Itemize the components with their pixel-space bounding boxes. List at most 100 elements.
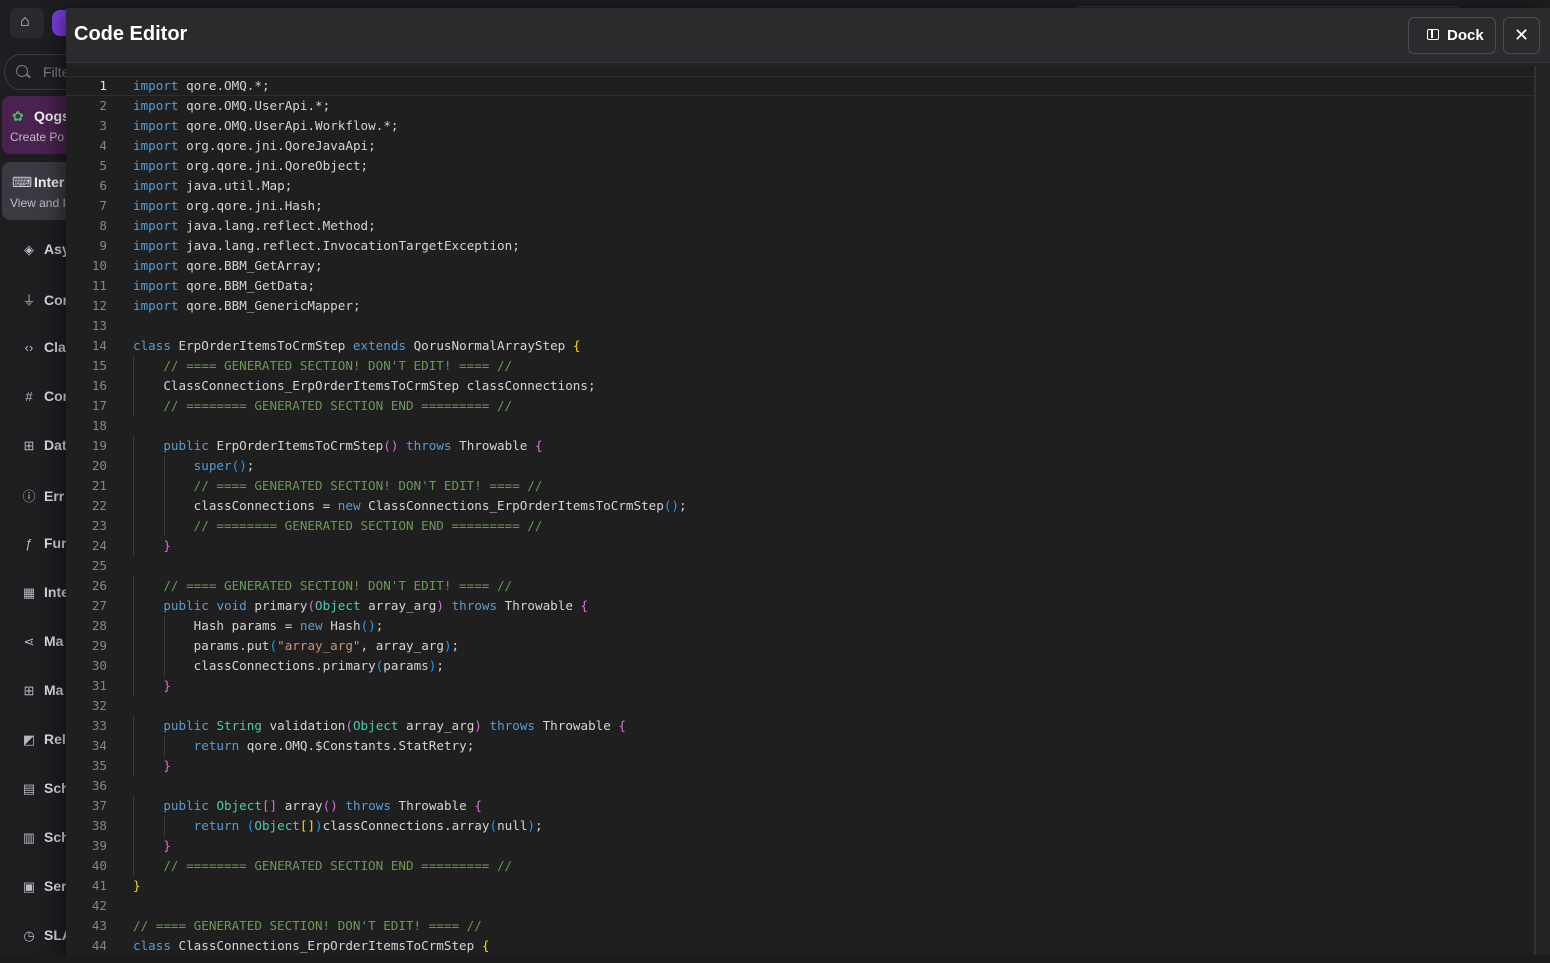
sidebar-item-label: Ma: [44, 682, 64, 698]
line-number: 44: [91, 938, 107, 953]
code-line[interactable]: 8 import java.lang.reflect.Method;: [66, 216, 1534, 236]
sidebar-item[interactable]: ⊞ Ma: [20, 682, 64, 702]
code-line[interactable]: 7 import org.qore.jni.Hash;: [66, 196, 1534, 216]
dock-label: Dock: [1447, 27, 1484, 44]
close-icon: ✕: [1513, 25, 1530, 45]
code-line[interactable]: 18: [66, 416, 1534, 436]
line-number: 31: [91, 678, 107, 693]
line-number: 25: [91, 558, 107, 573]
code-line[interactable]: 4 import org.qore.jni.QoreJavaApi;: [66, 136, 1534, 156]
line-number: 17: [91, 398, 107, 413]
sidebar-item-label: Cla: [44, 339, 66, 355]
function-icon: ƒ: [25, 536, 33, 551]
sidebar-item[interactable]: ▥ Sch: [20, 829, 70, 849]
code-line[interactable]: 3 import qore.OMQ.UserApi.Workflow.*;: [66, 116, 1534, 136]
code-line[interactable]: 40 // ======== GENERATED SECTION END ===…: [66, 856, 1534, 876]
code-lines: 1 import qore.OMQ.*; 2 import qore.OMQ.User…: [66, 76, 1534, 956]
code-line[interactable]: 16 ClassConnections_ErpOrderItemsToCrmSt…: [66, 376, 1534, 396]
line-number: 26: [91, 578, 107, 593]
code-line[interactable]: 36: [66, 776, 1534, 796]
share-icon: ⋖: [23, 634, 35, 649]
line-number: 36: [91, 778, 107, 793]
code-line[interactable]: 15 // ==== GENERATED SECTION! DON'T EDIT…: [66, 356, 1534, 376]
code-line[interactable]: 24 }: [66, 536, 1534, 556]
code-line[interactable]: 13: [66, 316, 1534, 336]
sidebar-item[interactable]: ⊞ Dat: [20, 437, 67, 457]
code-line[interactable]: 39 }: [66, 836, 1534, 856]
code-line[interactable]: 33 public String validation(Object array…: [66, 716, 1534, 736]
line-number: 6: [99, 178, 107, 193]
code-line[interactable]: 27 public void primary(Object array_arg)…: [66, 596, 1534, 616]
sidebar-item[interactable]: ▦ Inte: [20, 584, 69, 604]
line-number: 38: [91, 818, 107, 833]
line-number: 23: [91, 518, 107, 533]
code-line[interactable]: 2 import qore.OMQ.UserApi.*;: [66, 96, 1534, 116]
code-brackets-icon: ‹›: [24, 340, 34, 355]
code-line[interactable]: 20 super();: [66, 456, 1534, 476]
code-line[interactable]: 10 import qore.BBM_GetArray;: [66, 256, 1534, 276]
close-button[interactable]: ✕: [1503, 17, 1540, 54]
code-line[interactable]: 14 class ErpOrderItemsToCrmStep extends Q…: [66, 336, 1534, 356]
line-number: 42: [91, 898, 107, 913]
code-line[interactable]: 42: [66, 896, 1534, 916]
code-line[interactable]: 6 import java.util.Map;: [66, 176, 1534, 196]
card-title: Inter: [34, 174, 65, 190]
code-line[interactable]: 34 return qore.OMQ.$Constants.StatRetry;: [66, 736, 1534, 756]
line-number: 13: [91, 318, 107, 333]
error-icon: ⓘ: [22, 489, 36, 504]
code-line[interactable]: 22 classConnections = new ClassConnectio…: [66, 496, 1534, 516]
line-number: 16: [91, 378, 107, 393]
code-line[interactable]: 26 // ==== GENERATED SECTION! DON'T EDIT…: [66, 576, 1534, 596]
line-number: 18: [91, 418, 107, 433]
code-line[interactable]: 21 // ==== GENERATED SECTION! DON'T EDIT…: [66, 476, 1534, 496]
code-line[interactable]: 30 classConnections.primary(params);: [66, 656, 1534, 676]
code-line[interactable]: 31 }: [66, 676, 1534, 696]
home-button[interactable]: ⌂: [10, 8, 44, 38]
dock-button[interactable]: Dock: [1408, 17, 1496, 54]
code-line[interactable]: 29 params.put("array_arg", array_arg);: [66, 636, 1534, 656]
code-line[interactable]: 9 import java.lang.reflect.InvocationTarg…: [66, 236, 1534, 256]
code-line[interactable]: 35 }: [66, 756, 1534, 776]
code-line[interactable]: 19 public ErpOrderItemsToCrmStep() throw…: [66, 436, 1534, 456]
code-line[interactable]: 38 return (Object[])classConnections.arr…: [66, 816, 1534, 836]
sidebar-item[interactable]: ◷ SLA: [20, 927, 72, 947]
code-line[interactable]: 12 import qore.BBM_GenericMapper;: [66, 296, 1534, 316]
code-line[interactable]: 1 import qore.OMQ.*;: [66, 76, 1534, 96]
sidebar-item-label: Cor: [44, 388, 69, 404]
sidebar-item-label: Fur: [44, 535, 67, 551]
code-line[interactable]: 23 // ======== GENERATED SECTION END ===…: [66, 516, 1534, 536]
sidebar-item[interactable]: ▤ Sch: [20, 780, 70, 800]
hash-icon: #: [25, 389, 33, 404]
line-number: 39: [91, 838, 107, 853]
modal-header: Code Editor Dock ✕: [66, 8, 1550, 63]
sidebar-item[interactable]: ⏚ Cor: [20, 290, 68, 310]
code-line[interactable]: 41}: [66, 876, 1534, 896]
release-icon: ◩: [22, 732, 36, 747]
code-line[interactable]: 5 import org.qore.jni.QoreObject;: [66, 156, 1534, 176]
sidebar-item-label: Dat: [44, 437, 67, 453]
code-line[interactable]: 44 class ClassConnections_ErpOrderItemsTo…: [66, 936, 1534, 956]
line-number: 4: [99, 138, 107, 153]
code-line[interactable]: 11 import qore.BBM_GetData;: [66, 276, 1534, 296]
sidebar-item[interactable]: # Cor: [20, 388, 68, 408]
code-editor[interactable]: 1 import qore.OMQ.*; 2 import qore.OMQ.User…: [66, 66, 1536, 963]
sidebar-item[interactable]: ⓘ Err: [20, 486, 64, 506]
code-line[interactable]: 17 // ======== GENERATED SECTION END ===…: [66, 396, 1534, 416]
sidebar-item[interactable]: ƒ Fur: [20, 535, 67, 555]
editor-scrollbar[interactable]: [1534, 66, 1536, 956]
code-line[interactable]: 43// ==== GENERATED SECTION! DON'T EDIT!…: [66, 916, 1534, 936]
code-line[interactable]: 25: [66, 556, 1534, 576]
sidebar-item[interactable]: ◈ Asy: [20, 241, 70, 261]
line-number: 9: [99, 238, 107, 253]
sidebar-item[interactable]: ◩ Rel: [20, 731, 66, 751]
sidebar-item[interactable]: ⋖ Ma: [20, 633, 64, 653]
sidebar-item[interactable]: ‹› Cla: [20, 339, 66, 359]
hierarchy-icon: ⊞: [23, 438, 35, 453]
sidebar-item[interactable]: ▣ Ser: [20, 878, 67, 898]
code-line[interactable]: 37 public Object[] array() throws Throwa…: [66, 796, 1534, 816]
home-icon: ⌂: [20, 13, 30, 30]
qog-icon: ✿: [12, 108, 24, 124]
code-line[interactable]: 32: [66, 696, 1534, 716]
code-line[interactable]: 28 Hash params = new Hash();: [66, 616, 1534, 636]
line-number: 19: [91, 438, 107, 453]
